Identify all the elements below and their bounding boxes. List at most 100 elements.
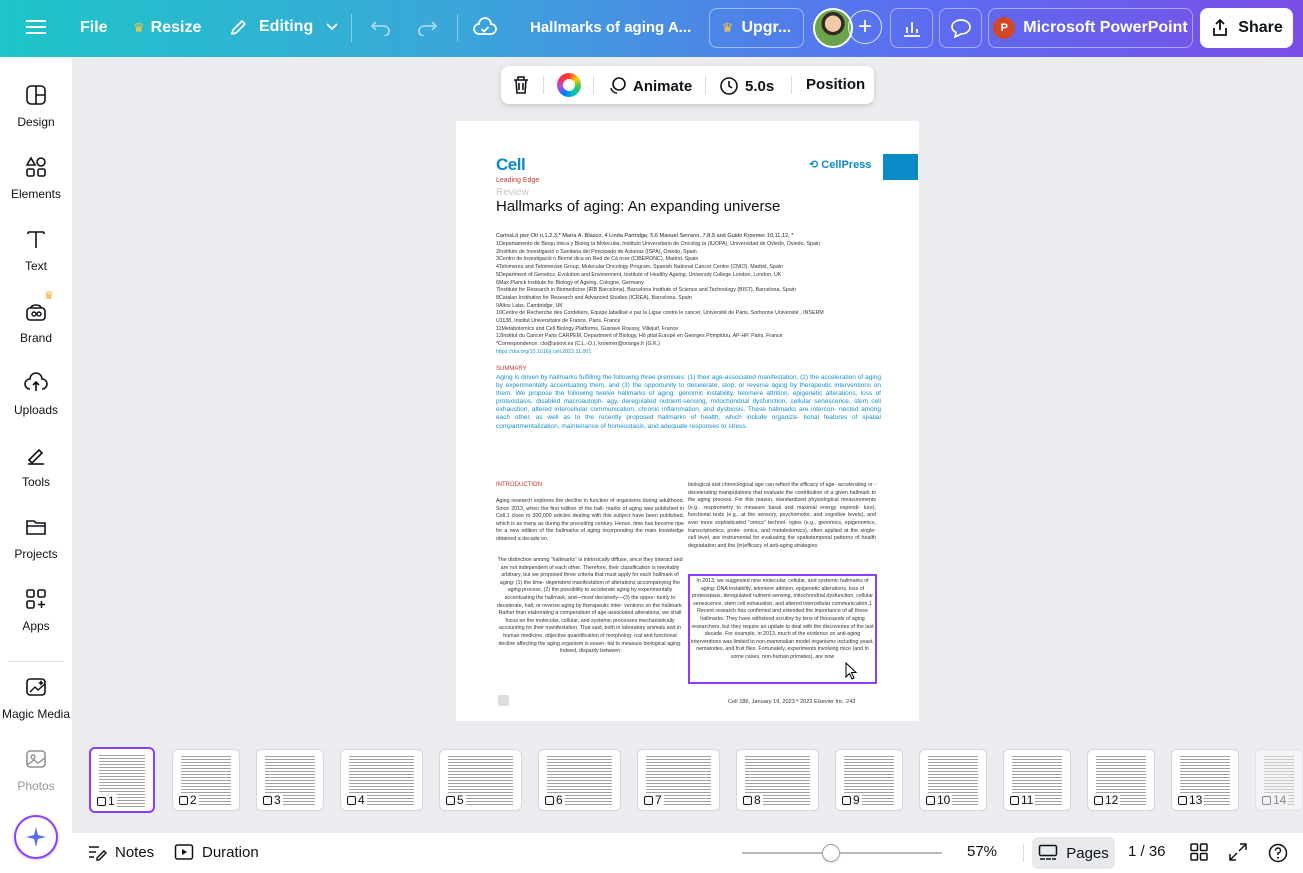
page-icon [842, 795, 851, 805]
page-thumbnail[interactable]: 3 [256, 749, 324, 811]
sidebar-divider [8, 661, 64, 662]
powerpoint-icon: P [993, 17, 1016, 39]
page-thumbnail[interactable]: 5 [439, 749, 522, 811]
sidebar-item-apps[interactable]: Apps [0, 579, 72, 639]
user-avatar[interactable] [813, 8, 853, 48]
page-thumbnail[interactable]: 8 [736, 749, 819, 811]
save-status[interactable] [473, 17, 497, 39]
sidebar-item-photos[interactable]: Photos [0, 739, 72, 799]
undo-icon [370, 21, 390, 36]
upgrade-button[interactable]: ♛ Upgr... [709, 8, 804, 48]
file-menu[interactable]: File [80, 19, 108, 37]
pages-button[interactable]: Pages [1032, 837, 1115, 869]
animate-button[interactable]: Animate [607, 76, 692, 96]
share-icon [1213, 18, 1228, 36]
clock-icon [720, 77, 738, 95]
page-icon [179, 795, 188, 805]
notes-icon [89, 846, 107, 861]
page-icon [1178, 795, 1187, 805]
sidebar-item-magic-media[interactable]: Magic Media [0, 667, 72, 727]
affiliations[interactable]: 1Departamento de Bioqu ímica y Biolog ía… [496, 241, 881, 357]
publisher-logo: ⟲ CellPress [809, 159, 872, 171]
divider [457, 14, 458, 42]
projects-icon [26, 520, 46, 535]
divider [543, 76, 544, 94]
intro-paragraph-1[interactable]: Aging research explores the decline in f… [496, 498, 684, 544]
sidebar-item-tools[interactable]: Tools [0, 435, 72, 495]
editing-mode-dropdown[interactable]: Editing [229, 17, 339, 37]
right-column-paragraph[interactable]: biological and chronological age can ref… [688, 482, 876, 550]
sidebar-item-projects[interactable]: Projects [0, 507, 72, 567]
add-collaborator-button[interactable]: + [848, 10, 882, 44]
page-thumbnail[interactable]: 6 [538, 749, 621, 811]
page-thumbnail[interactable]: 12 [1087, 749, 1155, 811]
sidebar-item-uploads[interactable]: Uploads [0, 363, 72, 423]
redo-button[interactable] [416, 18, 438, 36]
delete-button[interactable] [512, 75, 530, 95]
article-title[interactable]: Hallmarks of aging: An expanding univers… [496, 198, 780, 215]
chevron-down-icon [326, 23, 338, 31]
undo-button[interactable] [370, 18, 392, 36]
zoom-slider-handle[interactable] [822, 844, 840, 862]
color-wheel-icon [557, 73, 581, 97]
menu-button[interactable] [26, 18, 46, 36]
page-thumbnail[interactable]: 14 [1255, 749, 1303, 811]
insights-button[interactable] [890, 8, 933, 48]
duration-button[interactable]: Duration [174, 843, 259, 861]
open-in-powerpoint-button[interactable]: P Microsoft PowerPoint [988, 8, 1193, 48]
summary-text[interactable]: Aging is driven by hallmarks fulfilling … [496, 374, 881, 431]
magic-media-icon [26, 678, 46, 696]
left-sidebar: Design Elements Text ♛ Brand Uploads Too… [0, 57, 72, 873]
notes-button[interactable]: Notes [87, 843, 154, 861]
mouse-cursor-icon [845, 662, 857, 680]
author-list[interactable]: CarlosLó pez-Otí n,1,2,3,* María A. Blas… [496, 233, 793, 239]
intro-paragraph-2[interactable]: The distinction among “hallmarks” is int… [496, 557, 684, 656]
page-icon [1010, 795, 1019, 805]
page-icon [926, 795, 935, 805]
zoom-level[interactable]: 57% [967, 843, 997, 860]
page-thumbnail[interactable]: 4 [340, 749, 423, 811]
comments-button[interactable] [939, 8, 982, 48]
page-thumbnail[interactable]: 11 [1003, 749, 1071, 811]
page-icon [743, 795, 752, 805]
text-icon [27, 231, 45, 248]
help-icon [1268, 843, 1288, 863]
sidebar-item-elements[interactable]: Elements [0, 147, 72, 207]
trash-icon [514, 76, 528, 94]
sidebar-item-text[interactable]: Text [0, 219, 72, 279]
sidebar-item-brand[interactable]: ♛ Brand [0, 290, 72, 351]
share-button[interactable]: Share [1200, 8, 1293, 48]
page-counter: 1 / 36 [1128, 843, 1166, 860]
page-thumbnail[interactable]: 2 [172, 749, 240, 811]
page-thumbnail[interactable]: 13 [1171, 749, 1239, 811]
page-thumbnail[interactable]: 9 [835, 749, 903, 811]
crown-icon: ♛ [721, 20, 734, 35]
grid-view-button[interactable] [1190, 843, 1208, 861]
page-thumbnail[interactable]: 1 [89, 747, 155, 813]
sidebar-item-design[interactable]: Design [0, 75, 72, 135]
element-toolbar: Animate 5.0s Position [501, 66, 874, 104]
timing-button[interactable]: 5.0s [719, 76, 774, 96]
page-thumbnail[interactable]: 10 [919, 749, 987, 811]
page-thumbnails: 1 2 3 4 5 6 7 8 9 10 11 12 13 14 [72, 740, 1303, 820]
fullscreen-button[interactable] [1229, 843, 1247, 861]
article-type: Review [496, 187, 529, 198]
magic-assistant-button[interactable] [14, 815, 58, 859]
crown-icon: ♛ [133, 20, 145, 35]
uploads-icon [24, 372, 48, 391]
animate-icon [610, 77, 626, 94]
summary-heading: SUMMARY [496, 366, 527, 372]
color-picker-button[interactable] [557, 73, 581, 97]
document-title[interactable]: Hallmarks of aging A... [530, 19, 691, 36]
redo-icon [418, 21, 438, 36]
page-icon [1094, 795, 1103, 805]
help-button[interactable] [1268, 843, 1288, 863]
cloud-check-icon [473, 17, 497, 35]
page-thumbnail[interactable]: 7 [637, 749, 720, 811]
position-button[interactable]: Position [806, 76, 865, 93]
resize-button[interactable]: ♛ Resize [133, 19, 201, 37]
zoom-slider-track[interactable] [742, 852, 942, 854]
introduction-heading: INTRODUCTION [496, 482, 542, 488]
open-access-icon [498, 695, 509, 706]
play-icon [174, 844, 194, 860]
